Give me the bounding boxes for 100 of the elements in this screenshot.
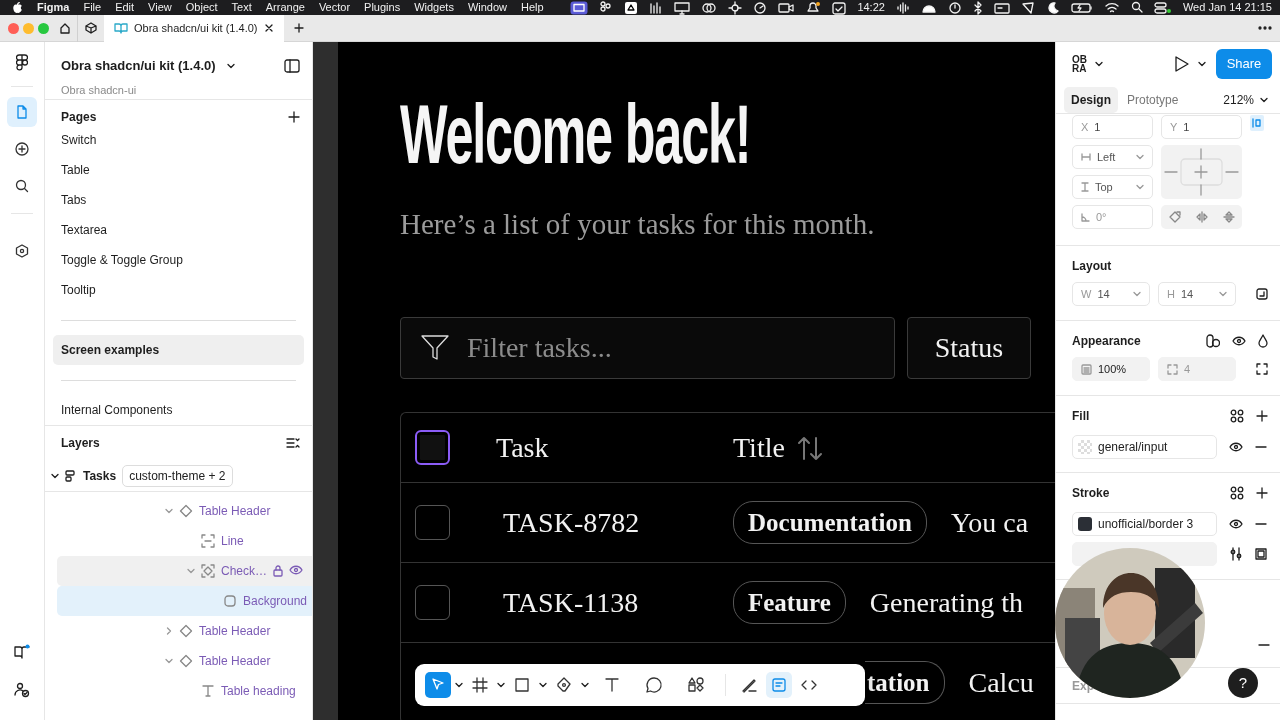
cube-icon[interactable] [85, 22, 97, 34]
chevron-down-icon[interactable] [1198, 60, 1206, 68]
layer-name[interactable]: Tasks [83, 466, 117, 485]
page-item[interactable]: Tooltip [45, 275, 304, 305]
rotate-icon[interactable] [1168, 211, 1181, 223]
frame-square-icon[interactable] [1255, 548, 1267, 560]
waveform-icon[interactable] [895, 0, 910, 15]
menu-item[interactable]: Plugins [364, 0, 401, 15]
menu-item[interactable]: Window [467, 0, 508, 15]
dropdown-field[interactable]: Left [1072, 145, 1153, 169]
menu-item[interactable]: Help [521, 0, 544, 15]
checkbox[interactable] [415, 430, 450, 465]
sidebar-icon[interactable] [284, 58, 300, 73]
lock-icon[interactable] [273, 565, 283, 577]
drop-icon[interactable] [1258, 334, 1268, 348]
share-button[interactable]: Share [1216, 49, 1272, 79]
menu-item[interactable]: Edit [115, 0, 135, 15]
style-field[interactable]: unofficial/border 3 [1072, 512, 1217, 536]
layer-item[interactable]: Table Header [57, 616, 312, 646]
menu-item[interactable]: Vector [318, 0, 351, 15]
play-icon[interactable] [1174, 55, 1190, 73]
wifi-icon[interactable] [1103, 0, 1120, 15]
browser-tab[interactable]: Obra shadcn/ui kit (1.4.0) [104, 14, 284, 42]
help-button[interactable]: ? [1228, 668, 1258, 698]
blend-icon[interactable] [1206, 334, 1220, 348]
status-button[interactable]: Status [907, 317, 1031, 379]
panel-tab[interactable]: Design [1064, 86, 1118, 113]
page-item[interactable]: Toggle & Toggle Group [45, 245, 304, 275]
dropdown-field[interactable]: Top [1072, 175, 1153, 199]
page-item[interactable]: Screen examples [53, 335, 304, 365]
monitor-icon[interactable] [570, 0, 589, 15]
layer-item[interactable]: Table Header [57, 496, 312, 526]
search-icon[interactable] [1130, 0, 1143, 15]
figma-logo-icon[interactable] [16, 54, 28, 72]
bars-icon[interactable] [649, 0, 664, 15]
clock-icon[interactable] [947, 0, 962, 15]
bluetooth-icon[interactable] [972, 0, 983, 15]
menu-item[interactable]: View [148, 0, 172, 15]
chevron-down-icon[interactable] [497, 681, 505, 689]
home-icon[interactable] [58, 22, 71, 34]
page-item[interactable]: Table [45, 155, 304, 185]
monitor-icon[interactable] [674, 0, 691, 15]
layer-item[interactable]: Table Header [57, 646, 312, 676]
filter-field[interactable]: Filter tasks... [400, 317, 895, 379]
close-icon[interactable] [263, 23, 274, 33]
eye-icon[interactable] [1229, 442, 1243, 452]
layer-item[interactable]: Table heading [57, 676, 312, 706]
chevron-down-icon[interactable] [1095, 60, 1103, 68]
styles-icon[interactable] [1230, 409, 1244, 423]
more-icon[interactable] [1258, 26, 1272, 30]
page-item[interactable]: Internal Components [45, 395, 304, 425]
camera-icon[interactable] [778, 0, 795, 15]
battery-icon[interactable] [1070, 0, 1093, 15]
team-logo[interactable]: OBRA [1072, 55, 1089, 73]
chevron-down-icon[interactable] [581, 681, 589, 689]
moon-icon[interactable] [1045, 0, 1060, 15]
menu-item[interactable]: Object [185, 0, 218, 15]
checkbox[interactable] [415, 505, 450, 540]
bell-icon[interactable] [805, 0, 822, 15]
plus-icon[interactable] [288, 110, 300, 123]
file-name[interactable]: Obra shadcn/ui kit (1.4.0) [61, 56, 216, 76]
dropdown-field[interactable]: H 14 [1158, 282, 1236, 306]
eye-icon[interactable] [1229, 519, 1243, 529]
layer-item[interactable]: Check… [57, 556, 312, 586]
resize-icon[interactable] [1256, 288, 1268, 300]
collapse-icon[interactable] [286, 437, 300, 449]
plus-icon[interactable] [1256, 487, 1268, 499]
styles-icon[interactable] [1230, 486, 1244, 500]
menu-item[interactable]: Text [231, 0, 252, 15]
gauge-icon[interactable] [753, 0, 768, 15]
page-item[interactable]: Textarea [45, 215, 304, 245]
chevron-down-icon[interactable] [455, 681, 463, 689]
menu-item[interactable]: Widgets [414, 0, 454, 15]
flip-vertical-icon[interactable] [1222, 211, 1235, 223]
chevron-down-icon[interactable] [1260, 95, 1268, 104]
corners-icon[interactable] [1256, 363, 1268, 375]
layer-item[interactable]: Background [57, 586, 312, 616]
card-icon[interactable] [993, 0, 1010, 15]
dropdown-field[interactable]: W 14 [1072, 282, 1150, 306]
plus-icon[interactable] [293, 23, 304, 33]
chevron-icon[interactable] [51, 471, 59, 480]
menu-item[interactable]: File [83, 0, 102, 15]
page-item[interactable]: Switch [45, 125, 304, 155]
layer-item[interactable]: Line [57, 526, 312, 556]
menu-item[interactable]: Arrange [265, 0, 305, 15]
opacity-field[interactable]: 100% [1072, 357, 1150, 381]
sort-icon[interactable] [796, 434, 823, 461]
plus-icon[interactable] [1256, 410, 1268, 422]
eye-icon[interactable] [1232, 336, 1246, 346]
book-icon[interactable] [14, 644, 30, 660]
chevron-down-icon[interactable] [539, 681, 547, 689]
panel-tab[interactable]: Prototype [1120, 86, 1186, 113]
calendar-icon[interactable] [832, 0, 847, 15]
crosshair-icon[interactable] [728, 0, 743, 15]
page-item[interactable]: Tabs [45, 185, 304, 215]
number-field[interactable]: Y 1 [1161, 115, 1242, 139]
zoom-level[interactable]: 212% [1223, 90, 1254, 109]
number-field[interactable]: X 1 [1072, 115, 1153, 139]
file-tab[interactable] [7, 97, 37, 127]
grid-icon[interactable] [599, 0, 614, 15]
